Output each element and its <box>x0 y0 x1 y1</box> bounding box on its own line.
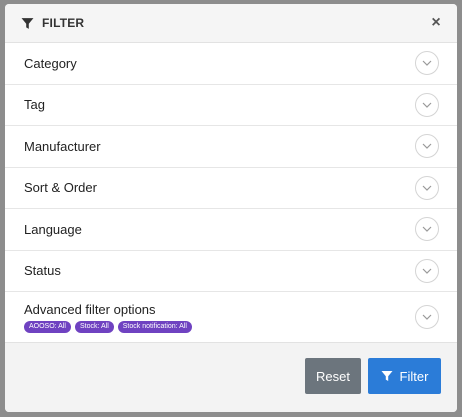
filter-chip-stock: Stock: All <box>74 320 114 333</box>
chevron-down-icon[interactable] <box>415 217 439 242</box>
section-status[interactable]: Status <box>5 251 457 292</box>
active-filter-chips: AOOSO: All Stock: All Stock notification… <box>24 320 192 333</box>
section-manufacturer[interactable]: Manufacturer <box>5 126 457 168</box>
section-category[interactable]: Category <box>5 43 457 85</box>
section-advanced-filter-options[interactable]: Advanced filter options AOOSO: All Stock… <box>5 292 457 342</box>
section-language[interactable]: Language <box>5 209 457 251</box>
close-icon[interactable]: × <box>427 14 445 32</box>
dialog-footer: Reset Filter <box>5 344 457 412</box>
dialog-title: FILTER <box>42 16 85 30</box>
filter-button[interactable]: Filter <box>368 358 441 394</box>
filter-sections: Category Tag Manufacturer Sort & Order L… <box>5 42 457 343</box>
reset-button[interactable]: Reset <box>305 358 361 394</box>
section-tag[interactable]: Tag <box>5 85 457 126</box>
section-label: Tag <box>24 97 45 113</box>
section-label: Manufacturer <box>24 138 101 154</box>
chevron-down-icon[interactable] <box>415 92 439 117</box>
section-sort-order[interactable]: Sort & Order <box>5 168 457 209</box>
section-label: Status <box>24 263 61 279</box>
filter-chip-stock-notification: Stock notification: All <box>117 320 192 333</box>
section-label: Language <box>24 221 82 237</box>
chevron-down-icon[interactable] <box>415 134 439 159</box>
chevron-down-icon[interactable] <box>415 258 439 283</box>
section-label: Advanced filter options <box>24 301 156 317</box>
filter-icon <box>21 17 34 30</box>
section-label: Sort & Order <box>24 180 97 196</box>
chevron-down-icon[interactable] <box>415 305 439 329</box>
dialog-header: FILTER × <box>5 4 457 42</box>
filter-icon <box>381 370 393 382</box>
chevron-down-icon[interactable] <box>415 51 439 76</box>
filter-chip-aooso: AOOSO: All <box>24 320 71 333</box>
chevron-down-icon[interactable] <box>415 175 439 200</box>
filter-button-label: Filter <box>399 368 429 384</box>
advanced-section-content: Advanced filter options AOOSO: All Stock… <box>24 302 192 333</box>
section-label: Category <box>24 55 77 71</box>
filter-dialog: FILTER × Category Tag Manufacturer Sort … <box>5 4 457 412</box>
